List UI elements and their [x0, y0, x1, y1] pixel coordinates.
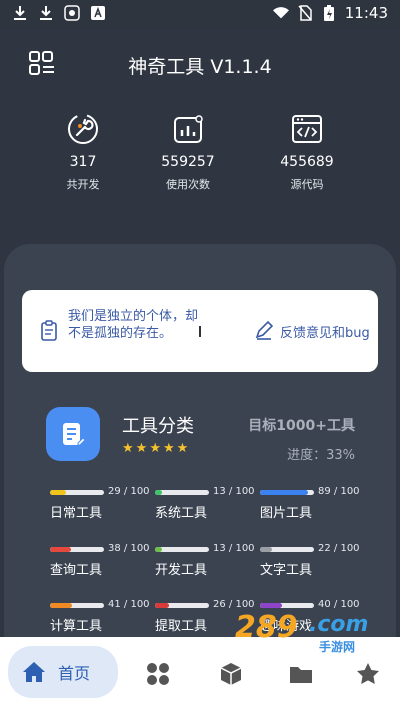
tool-category-icon — [46, 407, 100, 461]
stat-value: 317 — [69, 154, 97, 170]
stat-label: 共开发 — [66, 178, 100, 191]
tool-item[interactable]: 13 / 100 系统工具 — [155, 486, 265, 521]
star-icon: ★ — [135, 441, 148, 456]
feedback-icon[interactable] — [254, 320, 274, 340]
progress-fill — [260, 490, 309, 495]
nav-home-label: 首页 — [58, 664, 91, 683]
tool-item[interactable]: 22 / 100 文字工具 — [260, 543, 370, 578]
watermark-logo: 289 .com 手游网 — [235, 608, 395, 663]
progress-text: 进度：33% — [287, 448, 355, 463]
tool-count: 41 / 100 — [108, 599, 150, 610]
folder-icon[interactable] — [288, 661, 314, 687]
status-bar: 11:43 — [0, 0, 400, 28]
page-title: 神奇工具 V1.1.4 — [128, 56, 272, 78]
chart-icon — [171, 112, 205, 146]
progress-fill — [50, 603, 73, 608]
progress-bar — [155, 547, 209, 552]
watermark-domain: .com — [309, 612, 369, 637]
stat-developed[interactable]: 317 共开发 — [33, 112, 133, 192]
notice-card: 我们是独立的个体，却不是孤独的存在。 反馈意见和bug — [22, 290, 378, 372]
tool-name: 计算工具 — [50, 619, 103, 634]
progress-bar — [50, 603, 104, 608]
stat-label: 源代码 — [290, 178, 324, 191]
tool-count: 89 / 100 — [318, 486, 360, 497]
cube-icon[interactable] — [218, 661, 244, 687]
apps-grid-icon[interactable] — [145, 661, 171, 687]
stat-source[interactable]: 455689 源代码 — [257, 112, 357, 192]
home-icon — [22, 660, 46, 684]
tool-item[interactable]: 41 / 100 计算工具 — [50, 599, 160, 634]
tool-name: 日常工具 — [50, 506, 103, 521]
watermark-number: 289 — [235, 610, 298, 645]
progress-fill — [155, 547, 163, 552]
star-nav-icon[interactable] — [355, 661, 381, 687]
progress-bar — [50, 490, 104, 495]
progress-fill — [50, 547, 71, 552]
tool-count: 13 / 100 — [213, 486, 255, 497]
divider — [199, 326, 201, 337]
tool-count: 22 / 100 — [318, 543, 360, 554]
category-title: 工具分类 — [122, 416, 194, 437]
stat-usage[interactable]: 559257 使用次数 — [138, 112, 238, 192]
progress-bar — [50, 547, 104, 552]
app-header: 神奇工具 V1.1.4 — [0, 42, 400, 86]
stats-row: 317 共开发 559257 使用次数 455689 源代码 — [0, 112, 400, 202]
star-icon: ★ — [149, 441, 161, 456]
app-notification-icon — [64, 5, 80, 21]
tool-count: 29 / 100 — [108, 486, 150, 497]
stat-value: 559257 — [161, 154, 215, 170]
no-sim-icon — [297, 5, 313, 21]
code-window-icon — [290, 112, 324, 146]
progress-bar — [155, 490, 209, 495]
download-icon — [38, 5, 54, 21]
tool-item[interactable]: 29 / 100 日常工具 — [50, 486, 160, 521]
notice-motto: 我们是独立的个体，却不是孤独的存在。 — [68, 309, 199, 341]
tool-name: 文字工具 — [260, 563, 313, 578]
tool-name: 查询工具 — [50, 563, 103, 578]
progress-fill — [260, 547, 272, 552]
progress-bar — [155, 603, 209, 608]
font-a-icon — [90, 5, 106, 21]
tool-item[interactable]: 38 / 100 查询工具 — [50, 543, 160, 578]
battery-charging-icon — [321, 5, 337, 21]
clock-time: 11:43 — [344, 4, 388, 22]
stat-value: 455689 — [280, 154, 334, 170]
watermark-text: 手游网 — [319, 640, 356, 654]
tool-item[interactable]: 13 / 100 开发工具 — [155, 543, 265, 578]
wifi-icon — [272, 5, 289, 21]
note-icon — [40, 320, 58, 342]
tool-name: 图片工具 — [260, 506, 313, 521]
progress-fill — [155, 490, 163, 495]
tool-name: 开发工具 — [155, 563, 208, 578]
progress-fill — [50, 490, 66, 495]
wrench-icon — [66, 112, 100, 146]
feedback-link[interactable]: 反馈意见和bug — [280, 322, 370, 341]
tool-name: 提取工具 — [155, 619, 208, 634]
star-icon: ★ — [122, 441, 134, 456]
star-icon: ★ — [162, 441, 175, 456]
tool-item[interactable]: 89 / 100 图片工具 — [260, 486, 370, 521]
nav-home-tab[interactable]: 首页 — [8, 646, 118, 698]
progress-bar — [260, 490, 314, 495]
goal-text: 目标1000+工具 — [248, 418, 355, 434]
tool-count: 38 / 100 — [108, 543, 150, 554]
tool-count: 13 / 100 — [213, 543, 255, 554]
progress-bar — [260, 547, 314, 552]
download-icon — [12, 5, 28, 21]
rating-stars: ★ ★ ★ ★ ★ — [122, 442, 188, 456]
star-icon: ★ — [176, 441, 189, 456]
progress-fill — [155, 603, 170, 608]
tool-name: 系统工具 — [155, 506, 208, 521]
stat-label: 使用次数 — [166, 178, 210, 191]
